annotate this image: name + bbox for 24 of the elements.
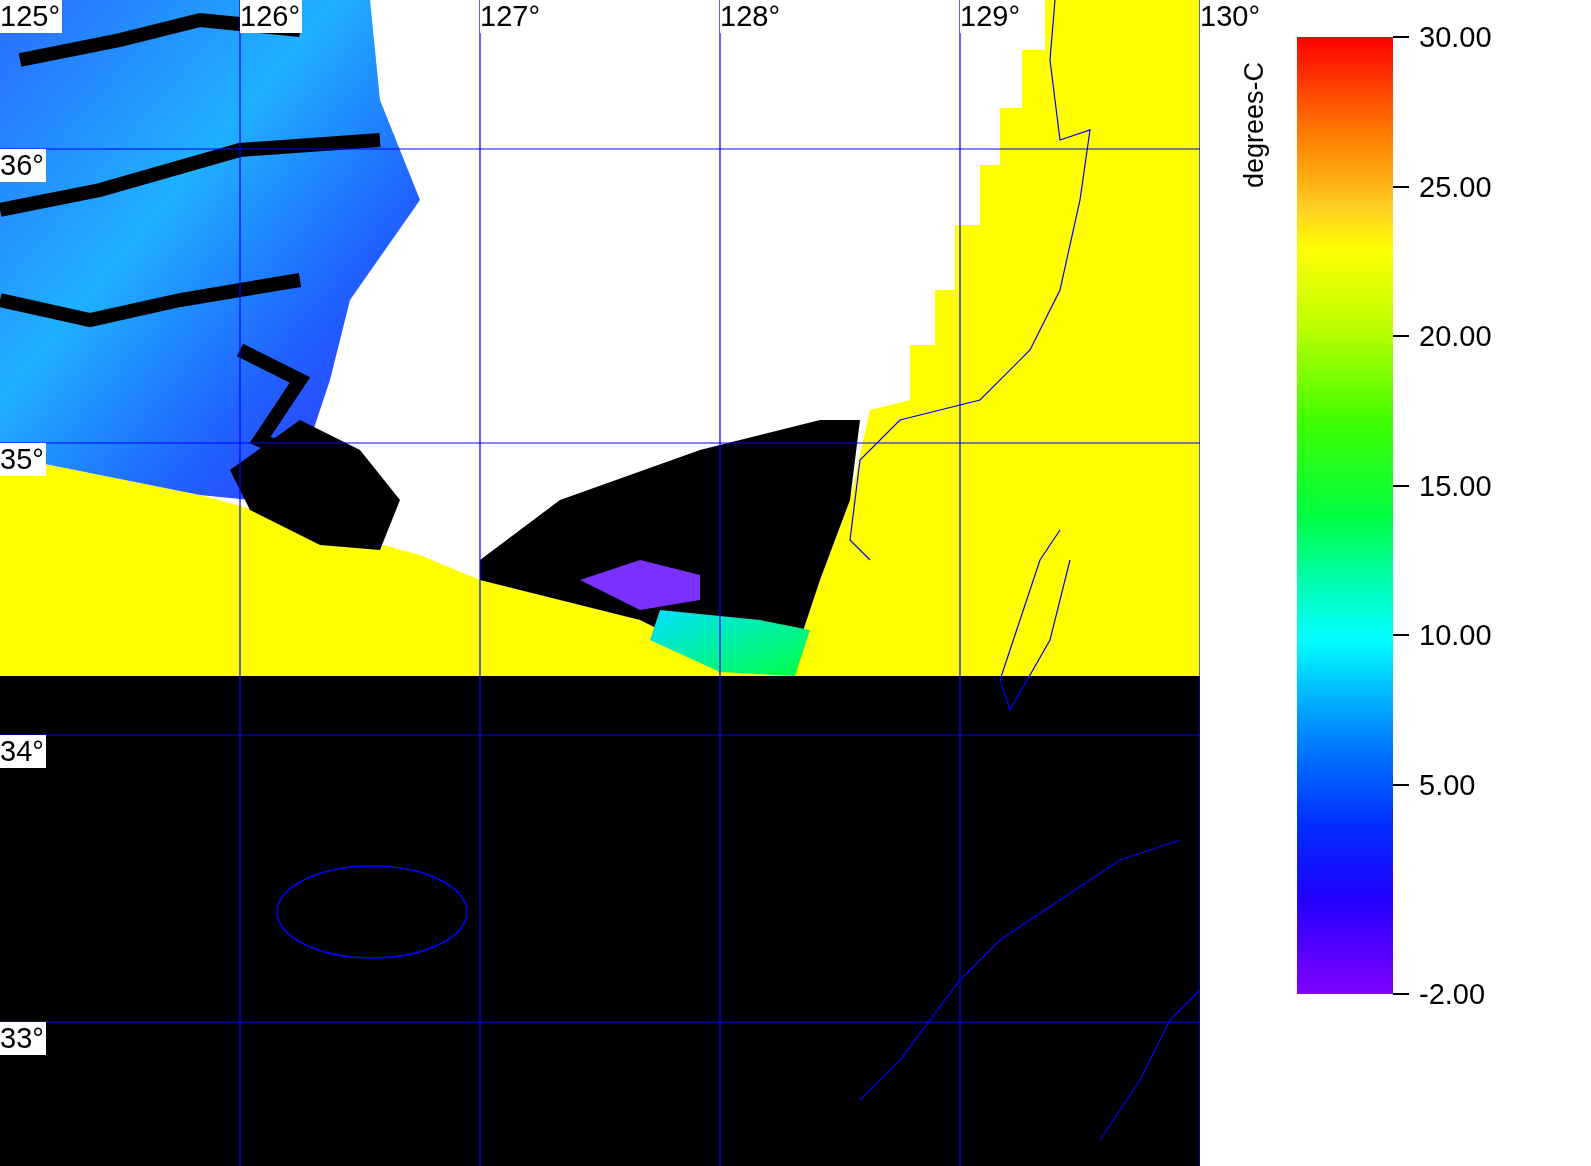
tick-mark (1393, 335, 1409, 338)
tick-mark (1393, 993, 1409, 995)
tick-label: 5.00 (1419, 767, 1476, 802)
latitude-label: 35° (0, 443, 46, 476)
tick-label: 30.00 (1419, 20, 1492, 54)
tick-mark (1393, 36, 1409, 38)
tick-mark (1393, 185, 1409, 188)
longitude-label: 127° (480, 0, 542, 33)
latitude-label: 34° (0, 735, 46, 768)
longitude-label: 126° (240, 0, 302, 33)
tick-label: 15.00 (1419, 468, 1492, 503)
tick-mark (1393, 484, 1409, 487)
longitude-label: 128° (720, 0, 782, 33)
latitude-label: 33° (0, 1022, 46, 1055)
latitude-label: 36° (0, 149, 46, 182)
tick-mark (1393, 634, 1409, 637)
tick-label: 25.00 (1419, 169, 1492, 204)
tick-label: -2.00 (1419, 977, 1486, 1011)
longitude-label: 129° (960, 0, 1022, 33)
tick-mark (1393, 783, 1409, 786)
tick-label: 20.00 (1419, 319, 1492, 354)
tick-label: 10.00 (1419, 618, 1492, 653)
longitude-label: 125° (0, 0, 62, 33)
colorbar-title: degrees-C (1239, 61, 1269, 188)
